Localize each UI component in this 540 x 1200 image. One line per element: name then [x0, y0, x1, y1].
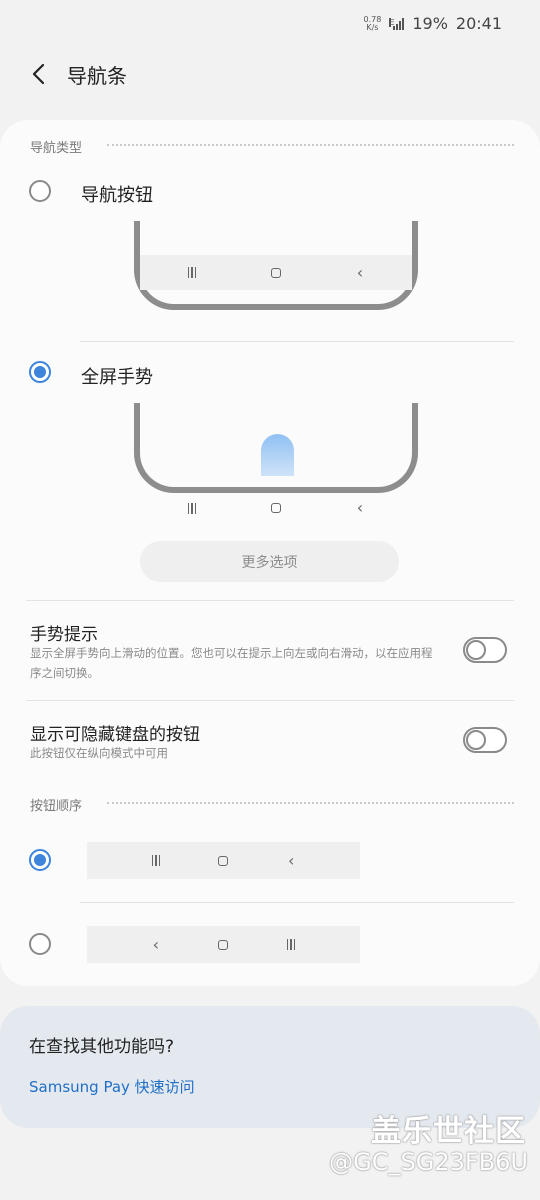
clock: 20:41	[455, 14, 502, 33]
home-icon	[212, 939, 234, 950]
home-icon	[265, 267, 287, 278]
option-full-screen-gestures-label[interactable]: 全屏手势	[81, 363, 153, 389]
back-icon: ‹	[356, 498, 364, 517]
gesture-hint-title: 手势提示	[30, 625, 98, 645]
samsung-pay-link[interactable]: Samsung Pay 快速访问	[29, 1076, 195, 1097]
status-bar: 0.78 K/s E 19% 20:41	[0, 0, 540, 48]
recents-icon	[181, 267, 203, 278]
watermark-handle: @GC_SG23FB6U	[329, 1148, 528, 1176]
back-icon: ‹	[152, 934, 160, 954]
gesture-hint-description: 显示全屏手势向上滑动的位置。您也可以在提示上向左或向右滑动，以在应用程序之间切换…	[30, 646, 433, 680]
back-button[interactable]	[26, 60, 54, 88]
page-title: 导航条	[67, 64, 127, 88]
section-button-order: 按钮顺序	[30, 799, 83, 814]
battery-level: 19%	[412, 14, 448, 33]
gesture-hints-strip: ‹	[140, 498, 412, 518]
section-divider	[107, 144, 514, 146]
suggestion-question: 在查找其他功能吗?	[29, 1037, 175, 1057]
keyboard-hide-description: 此按钮仅在纵向模式中可用	[30, 746, 168, 760]
recents-icon	[181, 502, 203, 514]
keyboard-hide-title: 显示可隐藏键盘的按钮	[30, 725, 200, 745]
recents-icon	[145, 855, 167, 866]
back-icon: ‹	[356, 262, 364, 282]
home-icon	[265, 503, 287, 513]
order-preview-recents-home-back[interactable]: ‹	[87, 842, 360, 879]
option-navigation-buttons-label[interactable]: 导航按钮	[81, 181, 153, 207]
back-arrow-icon	[32, 63, 45, 85]
radio-full-screen-gestures[interactable]	[29, 361, 51, 383]
section-nav-type: 导航类型	[30, 141, 83, 156]
order-preview-back-home-recents[interactable]: ‹	[87, 926, 360, 963]
radio-order-back-home-recents[interactable]	[29, 933, 51, 955]
radio-order-recents-home-back[interactable]	[29, 849, 51, 871]
keyboard-hide-toggle[interactable]	[463, 727, 507, 753]
gesture-swipe-indicator	[261, 434, 294, 476]
home-icon	[212, 855, 234, 866]
watermark-logo-text: 盖乐世社区	[371, 1114, 526, 1149]
back-icon: ‹	[287, 850, 295, 870]
recents-icon	[280, 939, 302, 950]
network-speed: 0.78 K/s	[363, 14, 382, 32]
radio-navigation-buttons[interactable]	[29, 180, 51, 202]
nav-buttons-strip: ‹	[140, 255, 412, 290]
more-options-button[interactable]: 更多选项	[140, 541, 399, 582]
status-icons: 0.78 K/s E 19% 20:41	[364, 14, 502, 33]
section-divider	[107, 802, 514, 804]
signal-icon: E	[389, 17, 405, 30]
gesture-hint-toggle[interactable]	[463, 637, 507, 663]
app-bar: 导航条	[0, 56, 540, 92]
